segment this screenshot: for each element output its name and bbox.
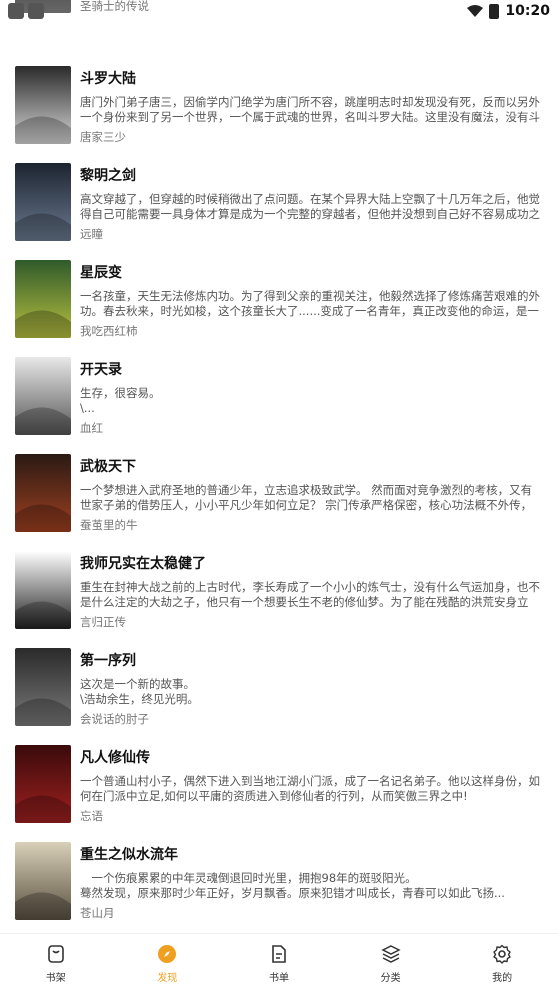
nav-tab-settings[interactable]: 我的: [446, 934, 558, 992]
book-list-item[interactable]: 第一序列这次是一个新的故事。 \浩劫余生，终见光明。会说话的肘子: [0, 640, 558, 737]
book-list-item[interactable]: 重生之似水流年 一个伤痕累累的中年灵魂倒退回时光里，拥抱98年的斑驳阳光。 蓦然…: [0, 834, 558, 931]
book-author: 忘语: [80, 809, 103, 823]
book-author: 言归正传: [80, 615, 126, 629]
book-title[interactable]: 重生之似水流年: [80, 844, 178, 864]
book-intro: 高文穿越了，但穿越的时候稍微出了点问题。在某个异界大陆上空飘了十几万年之后，他觉…: [80, 192, 540, 221]
nav-label: 分类: [380, 973, 401, 984]
book-intro: 生存，很容易。 \...: [80, 386, 161, 415]
nav-label: 书架: [45, 973, 66, 984]
book-title[interactable]: 开天录: [80, 359, 122, 379]
nav-tab-booklist[interactable]: 书单: [223, 934, 335, 992]
book-intro: 一个普通山村小子，偶然下进入到当地江湖小门派，成了一名记名弟子。他以这样身份，如…: [80, 774, 540, 803]
book-list-item[interactable]: 斗罗大陆唐门外门弟子唐三，因偷学内门绝学为唐门所不容，跳崖明志时却发现没有死，反…: [0, 58, 558, 155]
book-intro: 一个伤痕累累的中年灵魂倒退回时光里，拥抱98年的斑驳阳光。 蓦然发现，原来那时少…: [80, 871, 505, 900]
book-cover[interactable]: [15, 745, 71, 823]
nav-label: 发现: [157, 973, 178, 984]
book-cover[interactable]: [15, 260, 71, 338]
status-bar: 10:20: [0, 0, 558, 24]
book-author: 我吃西红柿: [80, 324, 138, 338]
book-author: 唐家三少: [80, 130, 126, 144]
battery-icon: [489, 3, 500, 19]
book-title[interactable]: 黎明之剑: [80, 165, 136, 185]
book-cover[interactable]: [15, 551, 71, 629]
book-list-item[interactable]: 黎明之剑高文穿越了，但穿越的时候稍微出了点问题。在某个异界大陆上空飘了十几万年之…: [0, 155, 558, 252]
settings-icon: [491, 943, 513, 965]
nav-label: 书单: [268, 973, 289, 984]
book-intro: 唐门外门弟子唐三，因偷学内门绝学为唐门所不容，跳崖明志时却发现没有死，反而以另外…: [80, 95, 540, 124]
book-cover[interactable]: [15, 648, 71, 726]
book-intro: 一名孩童，天生无法修炼内功。为了得到父亲的重视关注，他毅然选择了修炼痛苦艰难的外…: [80, 289, 540, 318]
book-list-item[interactable]: 星辰变一名孩童，天生无法修炼内功。为了得到父亲的重视关注，他毅然选择了修炼痛苦艰…: [0, 252, 558, 349]
book-author: 会说话的肘子: [80, 712, 149, 726]
nav-tab-layers[interactable]: 分类: [335, 934, 447, 992]
notification-icon: [8, 3, 24, 19]
book-title[interactable]: 我师兄实在太稳健了: [80, 553, 206, 573]
book-title[interactable]: 武极天下: [80, 456, 136, 476]
book-title[interactable]: 斗罗大陆: [80, 68, 136, 88]
book-author: 蚕茧里的牛: [80, 518, 138, 532]
nav-tab-compass[interactable]: 发现: [112, 934, 224, 992]
notification-icons: [8, 3, 44, 19]
status-time: 10:20: [505, 3, 550, 19]
book-author: 血红: [80, 421, 103, 435]
notification-icon: [28, 3, 44, 19]
booklist-icon: [268, 943, 290, 965]
book-title[interactable]: 第一序列: [80, 650, 136, 670]
book-author: 远瞳: [80, 227, 103, 241]
bottom-nav: 书架 发现 书单 分类 我的: [0, 933, 558, 992]
nav-label: 我的: [492, 973, 513, 984]
book-author: 苍山月: [80, 906, 115, 920]
book-list[interactable]: 某天，宋书航意外加入了一个仙侠中二病资深患者的交流群，里面的群友们都以'道友'相…: [0, 0, 558, 933]
layers-icon: [380, 943, 402, 965]
book-cover[interactable]: [15, 842, 71, 920]
book-cover[interactable]: [15, 163, 71, 241]
book-list-item[interactable]: 凡人修仙传一个普通山村小子，偶然下进入到当地江湖小门派，成了一名记名弟子。他以这…: [0, 737, 558, 834]
nav-tab-bookshelf[interactable]: 书架: [0, 934, 112, 992]
book-cover[interactable]: [15, 66, 71, 144]
book-cover[interactable]: [15, 454, 71, 532]
wifi-icon: [467, 5, 484, 17]
book-title[interactable]: 凡人修仙传: [80, 747, 150, 767]
book-intro: 重生在封神大战之前的上古时代，李长寿成了一个小小的炼气士，没有什么气运加身，也不…: [80, 580, 540, 609]
book-intro: 这次是一个新的故事。 \浩劫余生，终见光明。: [80, 677, 199, 706]
book-list-item[interactable]: 我师兄实在太稳健了重生在封神大战之前的上古时代，李长寿成了一个小小的炼气士，没有…: [0, 543, 558, 640]
book-intro: 一个梦想进入武府圣地的普通少年，立志追求极致武学。 然而面对竞争激烈的考核，又有…: [80, 483, 533, 512]
compass-icon: [156, 943, 178, 965]
book-cover[interactable]: [15, 357, 71, 435]
book-list-item[interactable]: 武极天下一个梦想进入武府圣地的普通少年，立志追求极致武学。 然而面对竞争激烈的考…: [0, 446, 558, 543]
bookshelf-icon: [45, 943, 67, 965]
book-list-item[interactable]: 开天录生存，很容易。 \... 血红: [0, 349, 558, 446]
book-title[interactable]: 星辰变: [80, 262, 122, 282]
